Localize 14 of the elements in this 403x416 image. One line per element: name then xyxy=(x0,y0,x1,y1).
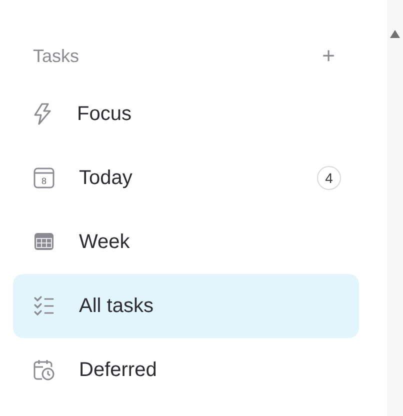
calendar-icon: 8 xyxy=(33,167,55,189)
count-badge: 4 xyxy=(317,166,341,190)
nav-item[interactable]: All tasks xyxy=(13,274,359,338)
nav-item[interactable]: Deferred xyxy=(13,338,359,402)
section-title: Tasks xyxy=(33,46,80,66)
scroll-up-arrow-icon[interactable] xyxy=(390,30,400,38)
calendar-clock-icon xyxy=(33,359,55,381)
nav-item[interactable]: Week xyxy=(13,210,359,274)
nav-item[interactable]: Focus xyxy=(13,82,359,146)
lightning-icon xyxy=(33,103,53,125)
calendar-grid-icon xyxy=(33,231,55,253)
checklist-icon xyxy=(33,295,55,317)
nav-item[interactable]: 8 Today 4 xyxy=(13,146,359,210)
scrollbar[interactable] xyxy=(387,0,403,416)
